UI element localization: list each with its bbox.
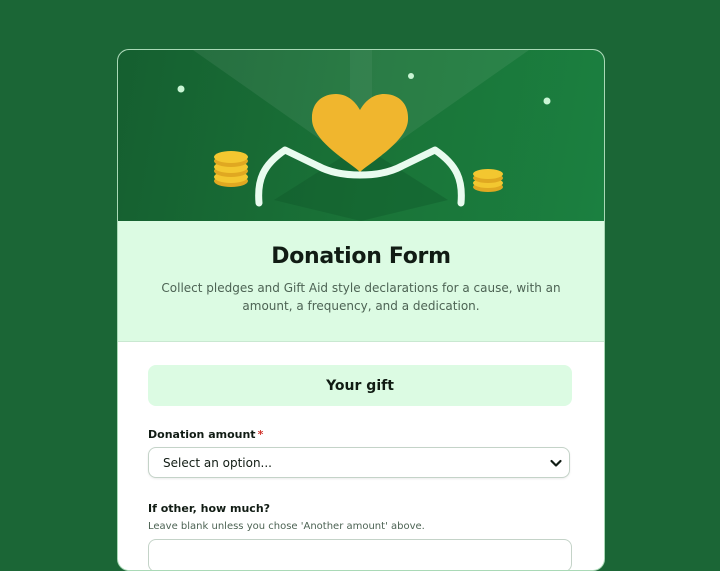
sparkle-dot-icon (177, 85, 185, 93)
other-amount-label: If other, how much? (148, 502, 271, 515)
section-heading-your-gift: Your gift (148, 365, 572, 406)
header-banner (118, 50, 604, 221)
required-marker: * (257, 428, 264, 441)
donation-illustration (177, 50, 551, 221)
donation-amount-label-text: Donation amount (148, 428, 256, 441)
chevron-down-icon (550, 459, 562, 467)
coin-stack-icon (473, 169, 503, 192)
donation-amount-select[interactable]: Select an option... (148, 447, 570, 478)
other-amount-input[interactable] (148, 539, 572, 570)
other-amount-hint: Leave blank unless you chose 'Another am… (148, 521, 425, 532)
sparkle-dot-icon (543, 97, 551, 105)
form-title: Donation Form (271, 244, 451, 269)
sparkle-dot-icon (408, 73, 414, 79)
donation-form-card: Donation Form Collect pledges and Gift A… (117, 49, 605, 571)
coin-stack-icon (214, 151, 248, 187)
form-intro: Donation Form Collect pledges and Gift A… (118, 221, 604, 342)
donation-amount-select-value: Select an option... (163, 455, 272, 470)
form-description: Collect pledges and Gift Aid style decla… (161, 281, 561, 313)
donation-amount-label: Donation amount * (148, 428, 263, 441)
